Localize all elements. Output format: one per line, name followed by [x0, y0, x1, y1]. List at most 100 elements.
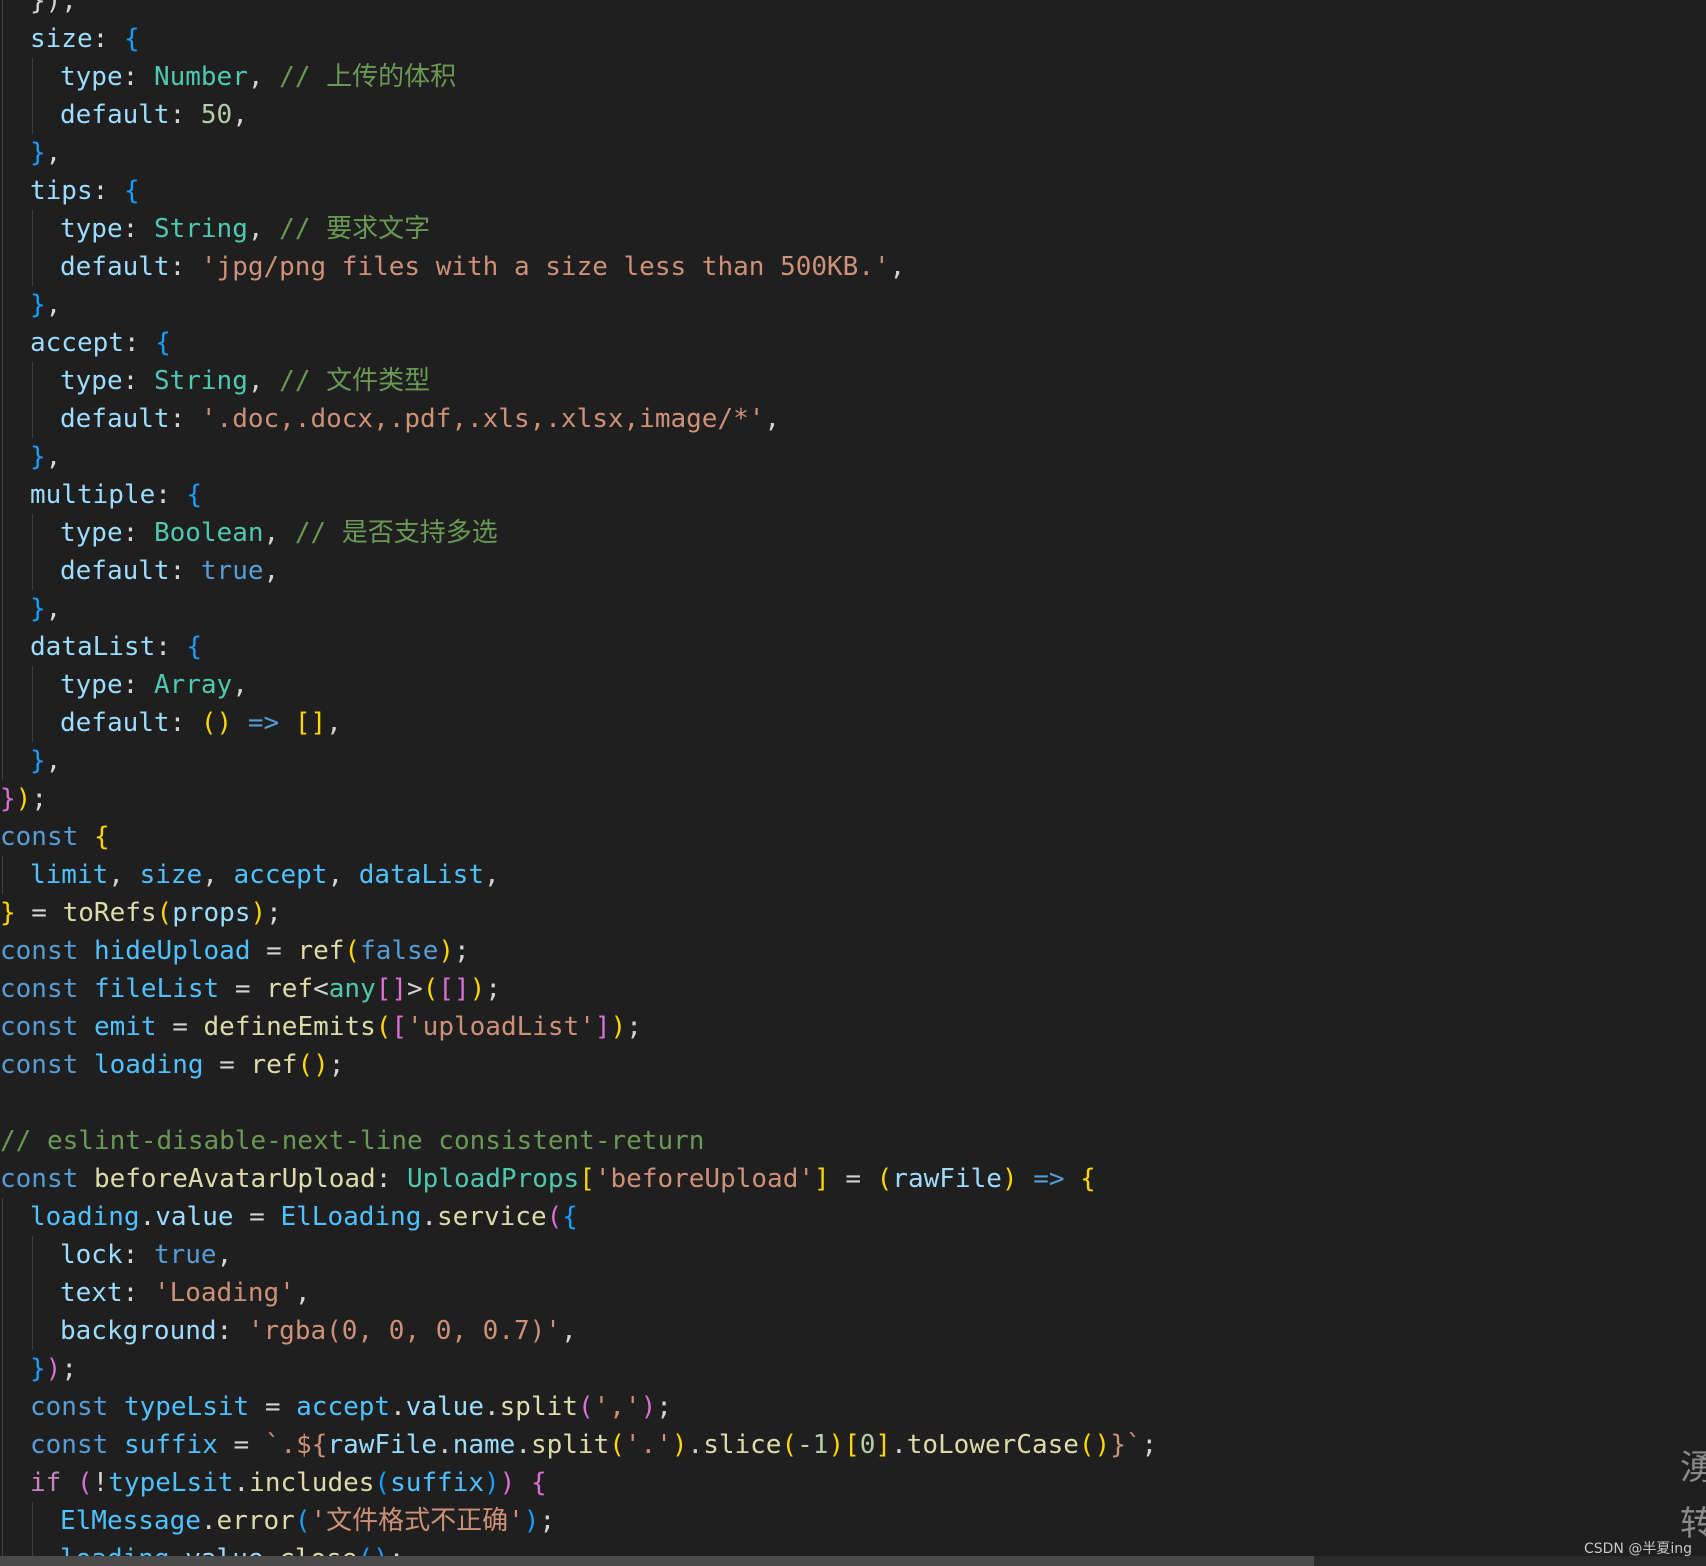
code-line-content: accept: {	[0, 328, 171, 358]
code-line-content: },	[0, 290, 61, 320]
code-line-content: const emit = defineEmits(['uploadList'])…	[0, 1012, 642, 1042]
code-token: lock	[60, 1240, 123, 1270]
code-token: ,	[484, 860, 500, 890]
code-token: (	[422, 974, 439, 1004]
indent-guide	[2, 1236, 3, 1274]
code-line-content: },	[0, 138, 61, 168]
code-line: });	[0, 780, 1706, 818]
code-token: =	[219, 974, 267, 1004]
code-line-content: const suffix = `.${rawFile.name.split('.…	[0, 1430, 1157, 1460]
code-token: true	[153, 1240, 217, 1270]
code-token: limit	[30, 860, 109, 890]
code-token: {	[93, 822, 110, 852]
code-token: >	[407, 974, 423, 1004]
code-token: split	[530, 1430, 610, 1460]
code-token: (	[156, 898, 173, 928]
indent-guide	[32, 248, 33, 286]
code-token: {	[530, 1468, 547, 1498]
code-token: size	[139, 860, 203, 890]
indent-guide	[2, 286, 3, 324]
code-token: =	[217, 1430, 265, 1460]
code-token: ,	[216, 1240, 233, 1270]
code-token: // 要求文字	[279, 214, 431, 244]
code-line: default: '.doc,.docx,.pdf,.xls,.xlsx,ima…	[0, 400, 1706, 438]
code-line-content: default: true,	[0, 556, 279, 586]
indent-guide	[32, 514, 33, 552]
code-token: :	[92, 176, 124, 206]
code-line-content: },	[0, 746, 61, 776]
code-token: ,	[247, 366, 280, 396]
code-token: .	[891, 1430, 907, 1460]
code-token: default	[60, 404, 170, 434]
code-token: :	[122, 670, 154, 700]
code-token: value	[155, 1202, 234, 1232]
code-token: :	[216, 1316, 248, 1346]
indent-guide	[2, 704, 3, 742]
code-editor[interactable]: }); size: {type: Number, // 上传的体积 default:…	[0, 0, 1706, 1566]
code-line-content: const hideUpload = ref(false);	[0, 936, 470, 966]
code-token: 0	[859, 1430, 876, 1460]
code-token: const	[0, 974, 79, 1004]
horizontal-scrollbar[interactable]	[0, 1556, 1706, 1566]
code-token: ]	[814, 1164, 830, 1194]
code-token: const	[0, 1164, 79, 1194]
code-token: // 文件类型	[279, 366, 431, 396]
code-token: :	[155, 480, 187, 510]
indent-guide	[2, 1274, 3, 1312]
code-token: ]	[875, 1430, 892, 1460]
code-line-content: size: {	[0, 24, 140, 54]
indent-guide	[2, 1426, 3, 1464]
indent-guide	[2, 20, 3, 58]
code-token: ;	[61, 1354, 77, 1384]
code-line-content: const beforeAvatarUpload: UploadProps['b…	[0, 1164, 1096, 1194]
code-line: });	[0, 1350, 1706, 1388]
code-line-content: text: 'Loading',	[0, 1278, 310, 1308]
indent-guide	[2, 362, 3, 400]
code-token: fileList	[93, 974, 220, 1004]
code-token: if	[30, 1468, 62, 1498]
code-token: :	[122, 1240, 154, 1270]
code-token: ,	[327, 860, 359, 890]
code-token: []	[294, 708, 327, 738]
code-token: (	[375, 1012, 392, 1042]
code-token: :	[169, 708, 201, 738]
horizontal-scrollbar-thumb[interactable]	[0, 1556, 1314, 1566]
code-token: <	[313, 974, 329, 1004]
code-token: 'uploadList'	[407, 1012, 595, 1042]
code-token: .	[437, 1430, 453, 1460]
code-token: ,	[326, 708, 342, 738]
code-line-content: });	[0, 0, 77, 16]
indent-guide	[2, 628, 3, 666]
indent-guide	[32, 552, 33, 590]
code-token: toLowerCase	[906, 1430, 1079, 1460]
code-token: background	[60, 1316, 217, 1346]
code-token: ;	[539, 1506, 556, 1536]
code-line: accept: {	[0, 324, 1706, 362]
code-token: (	[76, 1468, 93, 1498]
indent-guide	[32, 1274, 33, 1312]
code-line: limit, size, accept, dataList,	[0, 856, 1706, 894]
code-token: default	[60, 252, 170, 282]
code-token: false	[360, 936, 439, 966]
code-token: ,	[764, 404, 781, 434]
code-line: },	[0, 742, 1706, 780]
code-token: ,	[232, 670, 248, 700]
code-token: )	[610, 1012, 627, 1042]
code-token: ,	[247, 62, 280, 92]
code-token: {	[155, 328, 171, 358]
code-token: =	[15, 898, 63, 928]
code-token: const	[0, 936, 79, 966]
code-token: 50	[200, 100, 233, 130]
code-token: const	[0, 1012, 79, 1042]
code-token: ,	[45, 746, 62, 776]
code-token: :	[122, 1278, 154, 1308]
indent-guide	[2, 476, 3, 514]
code-token: any	[328, 974, 376, 1004]
code-line: type: Array,	[0, 666, 1706, 704]
code-token: ref	[250, 1050, 298, 1080]
